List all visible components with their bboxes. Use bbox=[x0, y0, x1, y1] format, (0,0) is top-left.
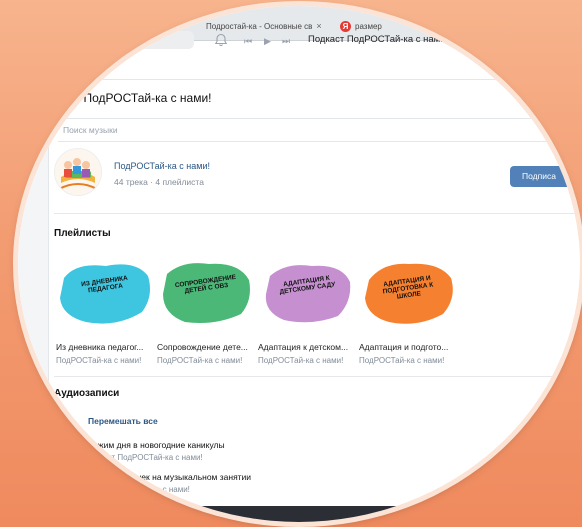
playlists-heading: Плейлисты bbox=[54, 228, 111, 239]
playlist-author[interactable]: ПодРОСТай-ка с нами! bbox=[56, 356, 154, 365]
next-track-icon[interactable]: ⏭ bbox=[282, 36, 290, 47]
playlist-cover[interactable]: Из дневника педагога bbox=[56, 256, 154, 330]
track-title[interactable]: ...имость чешек на музыкальном занятии bbox=[88, 472, 251, 482]
close-tab-icon[interactable]: × bbox=[316, 21, 321, 31]
track-row[interactable]: Режим дня в новогодние каникулы ...дкаст… bbox=[88, 440, 225, 462]
previous-track-icon[interactable]: ⏮ bbox=[244, 36, 252, 47]
global-search-input[interactable] bbox=[40, 31, 194, 49]
avatar-logo-image bbox=[55, 149, 101, 195]
page-title: ...ка ПодРОСТай-ка с нами! bbox=[58, 91, 212, 105]
subscribe-button[interactable]: Подписа bbox=[510, 166, 580, 187]
shuffle-all-button[interactable]: Перемешать все bbox=[88, 416, 158, 426]
bell-icon[interactable] bbox=[214, 33, 228, 47]
playlist-author[interactable]: ПодРОСТай-ка с нами! bbox=[258, 356, 356, 365]
owner-avatar[interactable] bbox=[54, 148, 102, 196]
owner-name-link[interactable]: ПодРОСТай-ка с нами! bbox=[114, 161, 210, 171]
music-search-input[interactable]: Поиск музыки bbox=[58, 118, 578, 142]
playlist-card[interactable]: Из дневника педагога Из дневника педагог… bbox=[56, 256, 154, 365]
track-artist[interactable]: ...дкаст ПодРОСТай-ка с нами! bbox=[88, 453, 225, 462]
audio-heading: Аудиозаписи bbox=[54, 388, 120, 399]
playlist-title[interactable]: Из дневника педагог... bbox=[56, 342, 154, 352]
tab-title: Подростай-ка - Основные св bbox=[206, 21, 313, 31]
playlist-title[interactable]: Сопровождение дете... bbox=[157, 342, 255, 352]
now-playing-title[interactable]: Подкаст ПодРОСТай-ка с нами! — Ад... bbox=[308, 34, 483, 45]
music-search-placeholder: Поиск музыки bbox=[63, 125, 118, 135]
playlist-author[interactable]: ПодРОСТай-ка с нами! bbox=[157, 356, 255, 365]
section-divider bbox=[54, 213, 580, 214]
track-row[interactable]: ...имость чешек на музыкальном занятии .… bbox=[88, 472, 251, 494]
track-artist[interactable]: ...ст ПодРОСТай-ка с нами! bbox=[88, 485, 251, 494]
playlist-cover[interactable]: Адаптация и подготовка к школе bbox=[359, 256, 457, 330]
playlist-title[interactable]: Адаптация к детском... bbox=[258, 342, 356, 352]
taskbar-strip bbox=[178, 506, 438, 522]
play-icon[interactable]: ▶ bbox=[264, 36, 271, 47]
playlist-card[interactable]: Адаптация к детскому саду Адаптация к де… bbox=[258, 256, 356, 365]
tab-title: размер bbox=[355, 21, 382, 31]
left-sidebar bbox=[18, 80, 49, 522]
playlist-cover[interactable]: Адаптация к детскому саду bbox=[258, 256, 356, 330]
owner-stats: 44 трека · 4 плейлиста bbox=[114, 177, 204, 187]
screenshot-lens: Подростай-ка - Основные св × Я размер ⏮ … bbox=[18, 6, 580, 522]
track-title[interactable]: Режим дня в новогодние каникулы bbox=[88, 440, 225, 450]
shuffle-icon[interactable]: ⤮ bbox=[60, 414, 69, 427]
playlist-author[interactable]: ПодРОСТай-ка с нами! bbox=[359, 356, 457, 365]
playlist-card[interactable]: Адаптация и подготовка к школе Адаптация… bbox=[359, 256, 457, 365]
playlist-cover[interactable]: Сопровождение детей с ОВЗ bbox=[157, 256, 255, 330]
playlist-title[interactable]: Адаптация и подгото... bbox=[359, 342, 457, 352]
playlist-card[interactable]: Сопровождение детей с ОВЗ Сопровождение … bbox=[157, 256, 255, 365]
section-divider bbox=[54, 376, 580, 377]
yandex-icon: Я bbox=[340, 20, 351, 32]
vk-music-page: Подростай-ка - Основные св × Я размер ⏮ … bbox=[18, 6, 580, 522]
